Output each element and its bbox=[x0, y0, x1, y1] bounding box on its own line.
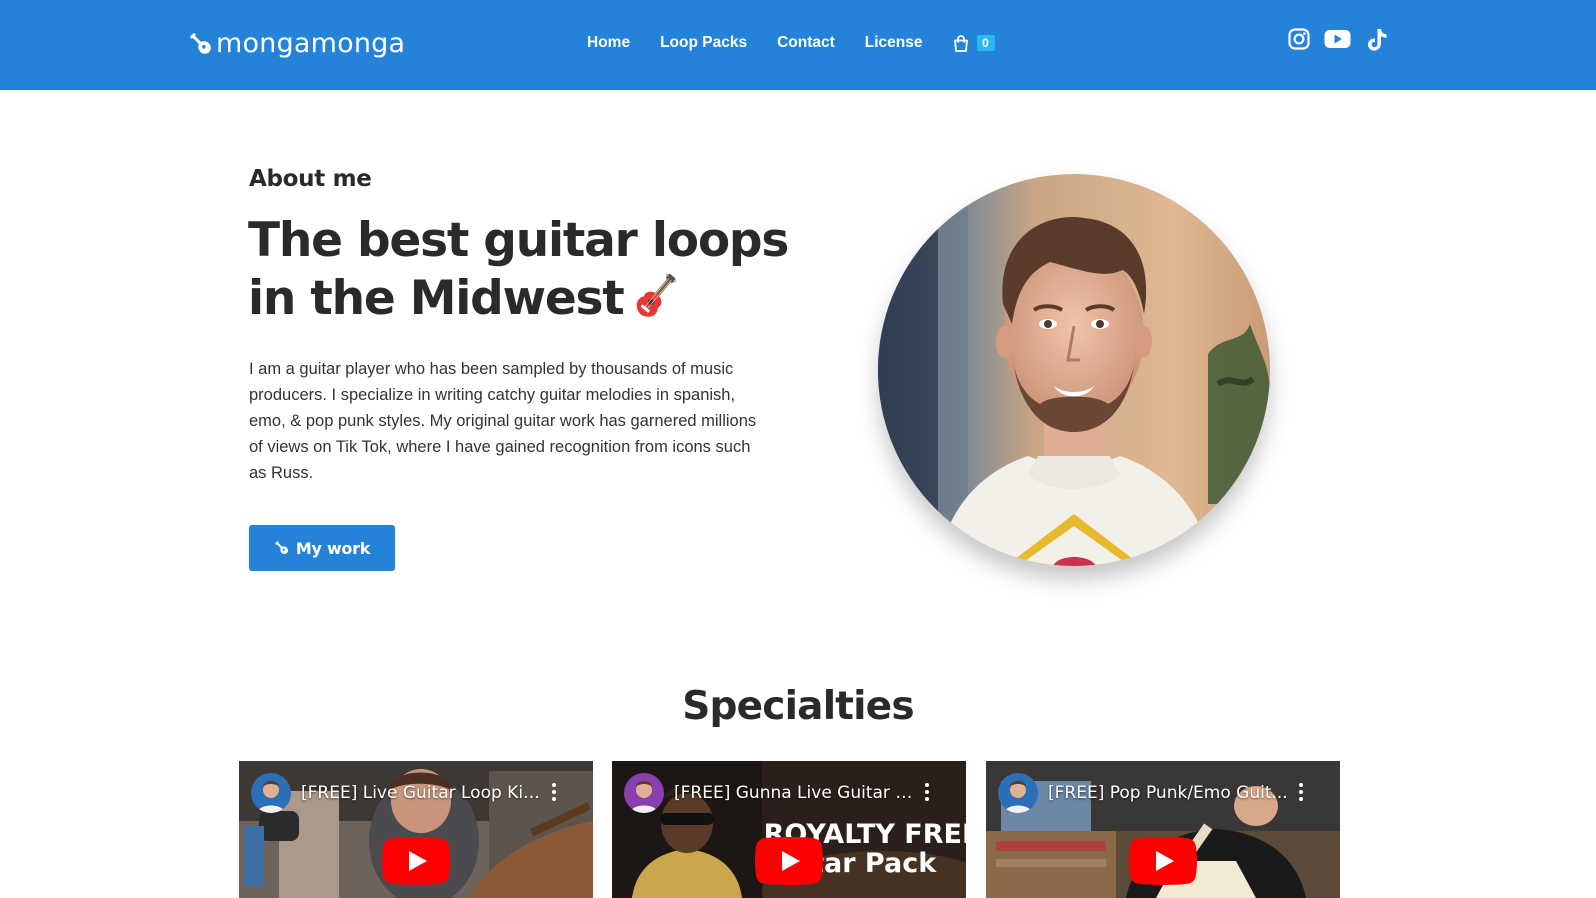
youtube-link[interactable] bbox=[1324, 28, 1351, 50]
youtube-play-icon[interactable] bbox=[1129, 837, 1197, 885]
video-title: [FREE] Live Guitar Loop Kit ... bbox=[301, 783, 541, 803]
video-embed-1[interactable]: [FREE] Live Guitar Loop Kit ... bbox=[239, 761, 593, 898]
video-title: [FREE] Pop Punk/Emo Guit... bbox=[1048, 783, 1288, 803]
more-options-icon[interactable] bbox=[1298, 783, 1304, 803]
my-work-label: My work bbox=[295, 538, 371, 558]
channel-avatar bbox=[624, 773, 664, 813]
tiktok-link[interactable] bbox=[1367, 28, 1388, 52]
video-embed-2[interactable]: ROYALTY FREE itar Pack [FREE] Gunna Live… bbox=[612, 761, 966, 898]
guitar-logo-icon bbox=[188, 31, 214, 57]
video-title: [FREE] Gunna Live Guitar L... bbox=[674, 783, 914, 803]
youtube-play-icon[interactable] bbox=[755, 837, 823, 885]
guitar-icon bbox=[274, 540, 290, 556]
youtube-icon bbox=[1324, 28, 1351, 50]
more-options-icon[interactable] bbox=[551, 783, 557, 803]
more-options-icon[interactable] bbox=[924, 783, 930, 803]
shopping-bag-icon bbox=[953, 34, 969, 52]
nav-home[interactable]: Home bbox=[587, 34, 630, 52]
hero-headline: The best guitar loops in the Midwest bbox=[248, 212, 808, 328]
cart-count-badge: 0 bbox=[976, 35, 995, 51]
nav-loop-packs[interactable]: Loop Packs bbox=[660, 34, 747, 52]
logo-text: mongamonga bbox=[216, 28, 406, 59]
nav-license[interactable]: License bbox=[865, 34, 923, 52]
headline-line-2-text: in the Midwest bbox=[248, 271, 625, 326]
bio-paragraph: I am a guitar player who has been sample… bbox=[249, 360, 757, 482]
specialties-heading: Specialties bbox=[682, 684, 914, 729]
cart-button[interactable]: 0 bbox=[953, 34, 995, 52]
profile-portrait bbox=[878, 174, 1270, 566]
headline-line-1: The best guitar loops bbox=[248, 213, 789, 268]
guitar-emoji-icon bbox=[630, 270, 682, 322]
video-embed-3[interactable]: [FREE] Pop Punk/Emo Guit... bbox=[986, 761, 1340, 898]
site-header: mongamonga Home Loop Packs Contact Licen… bbox=[0, 0, 1596, 90]
about-eyebrow: About me bbox=[249, 166, 372, 192]
tiktok-icon bbox=[1367, 28, 1388, 52]
instagram-link[interactable] bbox=[1288, 28, 1310, 50]
instagram-icon bbox=[1288, 28, 1310, 50]
channel-avatar bbox=[998, 773, 1038, 813]
nav-contact[interactable]: Contact bbox=[777, 34, 835, 52]
main-nav: Home Loop Packs Contact License 0 bbox=[587, 34, 995, 52]
site-logo[interactable]: mongamonga bbox=[188, 28, 405, 59]
channel-avatar bbox=[251, 773, 291, 813]
headline-line-2: in the Midwest bbox=[248, 270, 808, 328]
my-work-button[interactable]: My work bbox=[249, 525, 395, 571]
youtube-play-icon[interactable] bbox=[382, 837, 450, 885]
